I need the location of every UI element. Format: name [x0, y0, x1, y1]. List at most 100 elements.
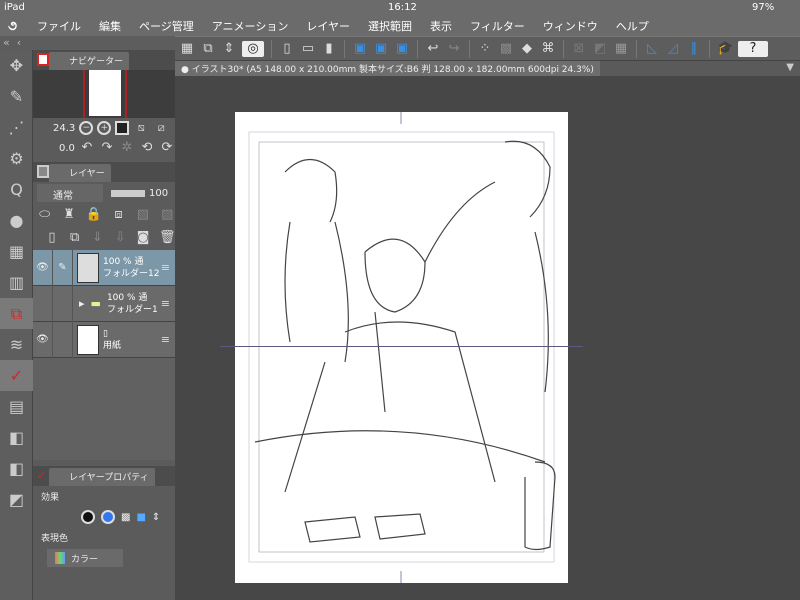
menu-window[interactable]: ウィンドウ — [543, 18, 598, 34]
border-effect-icon[interactable] — [81, 510, 95, 524]
zoom-out-icon[interactable]: − — [79, 121, 94, 135]
lock-transparency-icon[interactable]: ⧈ — [111, 207, 126, 223]
layer-color-icon[interactable]: ■ — [136, 512, 145, 523]
fit-icon[interactable] — [115, 121, 130, 135]
new-file-icon[interactable]: ▯ — [279, 41, 295, 57]
extract-line-icon[interactable] — [101, 510, 115, 524]
snap-icon[interactable]: ∥ — [686, 41, 702, 57]
navigator-tab[interactable]: ナビゲーター — [49, 52, 130, 70]
menu-file[interactable]: ファイル — [37, 18, 81, 34]
layer-panel-icon[interactable]: ≋ — [0, 329, 33, 360]
clear-icon[interactable]: ⊠ — [571, 41, 587, 57]
object3-icon[interactable]: ◩ — [0, 484, 33, 515]
menu-edit[interactable]: 編集 — [99, 18, 121, 34]
layer-tab[interactable]: レイヤー — [49, 164, 111, 182]
save-icon[interactable]: ▮ — [321, 41, 337, 57]
collapse-panel-button[interactable]: « ‹ — [0, 36, 175, 50]
zoom-tool-icon[interactable]: Q — [0, 174, 33, 205]
layer-menu-icon[interactable]: ≡ — [161, 297, 170, 310]
flip-vertical-icon[interactable]: ⟳ — [159, 140, 175, 156]
layer-row[interactable]: 👁 ✎ 100 % 通フォルダー12 ≡ — [33, 249, 175, 286]
delete-layer-icon[interactable]: 🗑 — [159, 230, 176, 246]
zoom-in-icon[interactable]: + — [97, 121, 112, 135]
menu-help[interactable]: ヘルプ — [616, 18, 649, 34]
expression-color-select[interactable]: カラー — [47, 549, 123, 567]
object2-icon[interactable]: ◧ — [0, 453, 33, 484]
canvas-area[interactable] — [175, 76, 800, 600]
fill-icon[interactable]: ◆ — [519, 41, 535, 57]
fill-selection-icon[interactable]: ◩ — [592, 41, 608, 57]
grid-tool-icon[interactable]: ▦ — [0, 236, 33, 267]
layer-menu-icon[interactable]: ≡ — [161, 333, 170, 346]
menu-layer[interactable]: レイヤー — [306, 18, 350, 34]
edit-box[interactable] — [53, 285, 73, 322]
merge-down-icon[interactable]: ⇓ — [91, 230, 105, 246]
visibility-box[interactable] — [33, 285, 53, 322]
visibility-eye-icon[interactable]: 👁 — [33, 321, 53, 358]
transform-icon[interactable]: ▩ — [498, 41, 514, 57]
companion-icon[interactable]: ◎ — [242, 40, 264, 57]
navigator-preview[interactable] — [33, 70, 175, 118]
flip-v-icon[interactable]: ⧄ — [153, 120, 169, 136]
layer-row[interactable]: ▸ ▬ 100 % 通フォルダー1 ≡ — [33, 285, 175, 322]
menu-filter[interactable]: フィルター — [470, 18, 525, 34]
frame-tool-icon[interactable]: ▥ — [0, 267, 33, 298]
new-folder-icon[interactable]: ⧉ — [68, 230, 82, 246]
document-tab[interactable]: ● イラスト30* (A5 148.00 x 210.00mm 製本サイズ:B6… — [175, 61, 600, 76]
learn-icon[interactable]: 🎓 — [717, 41, 733, 57]
edit-box[interactable] — [53, 321, 73, 358]
grid-icon[interactable]: ▦ — [179, 41, 195, 57]
pen-tool-icon[interactable]: ✎ — [0, 81, 33, 112]
perspective-ruler-icon[interactable]: ◿ — [665, 41, 681, 57]
menu-animation[interactable]: アニメーション — [212, 18, 289, 34]
clip-icon[interactable]: ⬭ — [37, 207, 52, 223]
navigator-panel-icon[interactable]: ⧉ — [0, 298, 33, 329]
layout-icon[interactable]: ⧉ — [200, 41, 216, 57]
transform-free-icon[interactable]: ⌘ — [540, 41, 556, 57]
color-sphere-icon[interactable]: ● — [0, 205, 33, 236]
blend-mode-select[interactable]: 通常 — [37, 184, 103, 202]
layer-property-panel-icon[interactable]: ✓ — [0, 360, 33, 391]
export-png-icon[interactable]: ▣ — [373, 41, 389, 57]
up-down-icon[interactable]: ⇕ — [221, 41, 237, 57]
undo-icon[interactable]: ↩ — [425, 41, 441, 57]
rotate-right-icon[interactable]: ↷ — [99, 140, 115, 156]
rotate-left-icon[interactable]: ↶ — [79, 140, 95, 156]
ruler-icon[interactable]: ◺ — [644, 41, 660, 57]
help-icon[interactable]: ? — [738, 40, 768, 57]
object-icon[interactable]: ◧ — [0, 422, 33, 453]
layer-property-tab[interactable]: レイヤープロパティ — [49, 468, 155, 486]
opacity-slider[interactable] — [111, 189, 145, 197]
tone-icon[interactable]: ▩ — [121, 512, 130, 523]
move-tool-icon[interactable]: ✥ — [0, 50, 33, 81]
new-layer-icon[interactable]: ▯ — [45, 230, 59, 246]
opacity-value[interactable]: 100 — [149, 188, 168, 199]
selection-tool-icon[interactable]: ⋰ — [0, 112, 33, 143]
export-psd-icon[interactable]: ▣ — [394, 41, 410, 57]
visibility-eye-icon[interactable]: 👁 — [33, 249, 53, 286]
layer-menu-icon[interactable]: ≡ — [161, 261, 170, 274]
app-logo-icon[interactable]: ૭ — [8, 19, 28, 34]
show-selection-icon[interactable]: ▦ — [613, 41, 629, 57]
reference-icon[interactable]: ♜ — [61, 207, 76, 223]
menu-view[interactable]: 表示 — [430, 18, 452, 34]
open-icon[interactable]: ▭ — [300, 41, 316, 57]
redo-icon[interactable]: ↪ — [446, 41, 462, 57]
menu-selection[interactable]: 選択範囲 — [368, 18, 412, 34]
flip-horizontal-icon[interactable]: ⟲ — [139, 140, 155, 156]
expand-arrow-icon[interactable]: ▸ — [79, 297, 85, 310]
material-icon[interactable]: ▤ — [0, 391, 33, 422]
settings-tool-icon[interactable]: ⚙ — [0, 143, 33, 174]
reset-rotation-icon[interactable]: ✲ — [119, 140, 135, 156]
transfer-down-icon[interactable]: ⇩ — [113, 230, 127, 246]
tab-dropdown-icon[interactable]: ▼ — [786, 62, 794, 73]
edit-pen-icon[interactable]: ✎ — [53, 249, 73, 286]
lock-icon[interactable]: 🔒 — [86, 207, 102, 223]
canvas-page[interactable] — [235, 112, 568, 583]
layer-row[interactable]: 👁 ▯ 用紙 ≡ — [33, 321, 175, 358]
flip-h-icon[interactable]: ⧅ — [133, 120, 149, 136]
effect-stepper[interactable]: ⇕ — [152, 512, 160, 523]
mask-icon[interactable]: ▧ — [135, 207, 150, 223]
menu-page[interactable]: ページ管理 — [139, 18, 194, 34]
ruler-mask-icon[interactable]: ▨ — [160, 207, 175, 223]
